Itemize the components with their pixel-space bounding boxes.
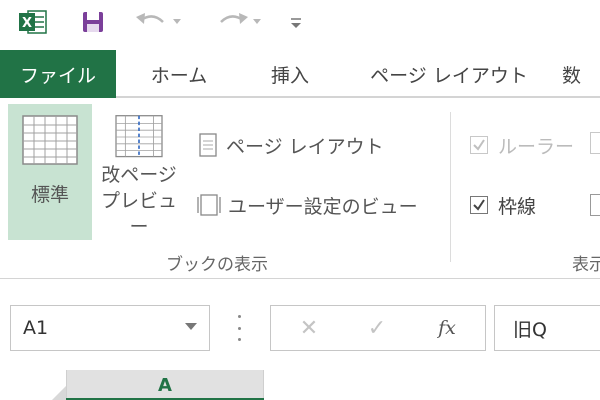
name-box-value: A1 [23, 317, 49, 339]
name-box[interactable]: A1 [10, 305, 210, 351]
ribbon-tabs: ファイル ホーム 挿入 ページ レイアウト 数 [0, 50, 600, 98]
select-all-corner[interactable] [0, 370, 66, 400]
normal-view-icon [22, 115, 78, 165]
ruler-check-icon [470, 136, 488, 154]
gridlines-label: 枠線 [498, 195, 537, 218]
page-layout-view-label: ページ レイアウト [226, 135, 384, 158]
clipped-checkbox-2 [590, 194, 600, 216]
quick-access-toolbar: X [0, 0, 600, 44]
insert-function-button[interactable]: fx [417, 306, 477, 350]
svg-text:X: X [22, 16, 32, 31]
clipped-checkbox-1 [590, 132, 600, 154]
undo-icon[interactable] [132, 6, 188, 38]
ruler-checkbox[interactable]: ルーラー [470, 128, 574, 162]
select-all-icon [52, 386, 66, 400]
fx-icon: fx [438, 317, 456, 339]
custom-views-label: ユーザー設定のビュー [228, 195, 418, 218]
formula-input[interactable]: 旧Q [494, 305, 600, 351]
tab-page-layout[interactable]: ページ レイアウト [356, 50, 542, 98]
formula-bar: A1 ✕ ✓ fx 旧Q [0, 279, 600, 370]
show-group-label: 表示 [572, 255, 600, 275]
page-break-preview-label-line2: プレビュー [100, 190, 177, 238]
ribbon-view: 標準 改ページ プレビュー ページ レイアウト ユーザー設定のビュー ブックの表… [0, 98, 600, 278]
normal-view-label: 標準 [30, 184, 69, 206]
page-break-preview-icon [115, 115, 163, 158]
gridlines-check-icon [470, 196, 488, 214]
custom-views-button[interactable]: ユーザー設定のビュー [196, 188, 418, 222]
enter-icon[interactable]: ✓ [347, 306, 407, 350]
page-layout-icon [196, 132, 220, 158]
tab-formulas[interactable]: 数 [562, 50, 600, 98]
column-header-a[interactable]: A [66, 370, 264, 400]
customize-dropdown-icon[interactable] [284, 6, 308, 38]
tab-insert[interactable]: 挿入 [250, 50, 330, 98]
group-separator [450, 112, 451, 262]
tab-home[interactable]: ホーム [134, 50, 224, 98]
save-icon[interactable] [76, 6, 110, 38]
page-layout-view-button[interactable]: ページ レイアウト [196, 128, 384, 162]
page-break-preview-label-line1: 改ページ [101, 164, 177, 186]
column-header-row: A [0, 370, 600, 400]
formula-buttons: ✕ ✓ fx [270, 305, 486, 351]
formula-value: 旧Q [513, 318, 547, 341]
custom-views-icon [196, 191, 222, 219]
excel-icon[interactable]: X [16, 6, 50, 38]
gridlines-checkbox[interactable]: 枠線 [470, 188, 536, 222]
tab-file[interactable]: ファイル [0, 50, 116, 98]
chevron-down-icon[interactable] [185, 323, 197, 330]
normal-view-button[interactable]: 標準 [8, 104, 92, 240]
formula-bar-grip-icon[interactable] [236, 315, 242, 341]
cancel-icon[interactable]: ✕ [279, 306, 339, 350]
redo-icon[interactable] [212, 6, 268, 38]
ruler-label: ルーラー [498, 135, 575, 158]
page-break-preview-button[interactable]: 改ページ プレビュー [92, 104, 186, 240]
workbook-views-group-label: ブックの表示 [166, 255, 268, 275]
